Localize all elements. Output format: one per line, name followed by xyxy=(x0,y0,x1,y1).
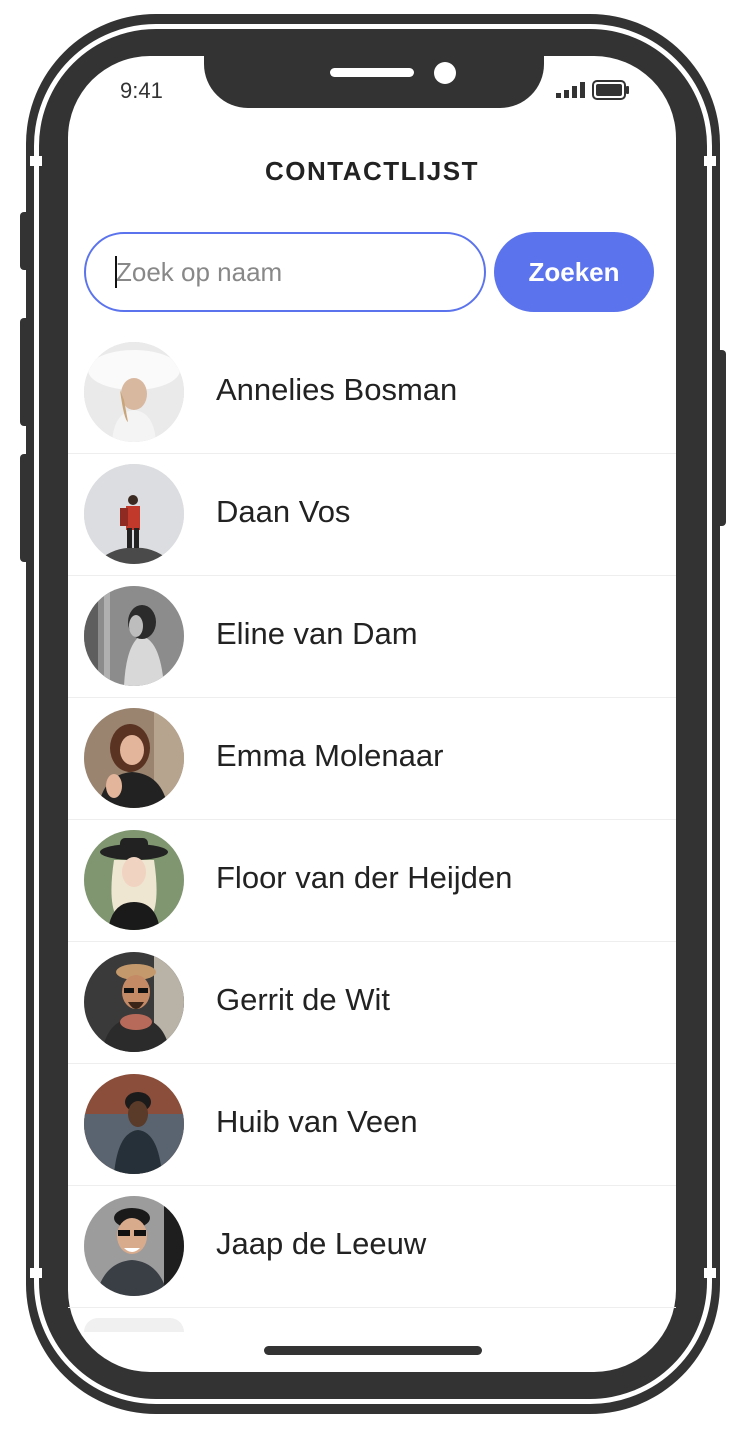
frame-gap xyxy=(30,1268,42,1278)
text-cursor xyxy=(115,256,117,288)
volume-down-button xyxy=(20,454,30,562)
avatar xyxy=(84,830,184,930)
avatar xyxy=(84,708,184,808)
contact-name: Huib van Veen xyxy=(216,1104,418,1139)
contact-name: Eline van Dam xyxy=(216,616,418,651)
status-time: 9:41 xyxy=(120,78,163,103)
page-title: CONTACTLIJST xyxy=(265,156,479,186)
front-camera xyxy=(434,62,456,84)
cellular-signal-icon xyxy=(556,82,585,98)
contact-name: Annelies Bosman xyxy=(216,372,458,407)
contact-row[interactable]: Floor van der Heijden xyxy=(68,820,676,942)
avatar xyxy=(84,1074,184,1174)
contact-row[interactable]: Jaap de Leeuw xyxy=(68,1186,676,1308)
home-indicator[interactable] xyxy=(264,1346,482,1355)
search-button[interactable]: Zoeken xyxy=(494,232,654,312)
contact-row[interactable]: Annelies Bosman xyxy=(68,332,676,454)
contact-row[interactable]: Huib van Veen xyxy=(68,1064,676,1186)
avatar xyxy=(84,1318,184,1332)
frame-gap xyxy=(704,156,716,166)
contact-name: Daan Vos xyxy=(216,494,351,529)
contact-row[interactable]: Daan Vos xyxy=(68,454,676,576)
notch xyxy=(204,54,544,108)
contact-row[interactable]: Eline van Dam xyxy=(68,576,676,698)
search-input[interactable] xyxy=(84,232,486,312)
mute-switch xyxy=(20,212,30,270)
contact-name: Jaap de Leeuw xyxy=(216,1226,427,1261)
contact-name: Floor van der Heijden xyxy=(216,860,513,895)
contact-list: Annelies Bosman Daan Vos Eline van Dam E… xyxy=(68,332,676,1332)
contact-name: Gerrit de Wit xyxy=(216,982,390,1017)
avatar xyxy=(84,586,184,686)
avatar xyxy=(84,952,184,1052)
contact-row[interactable]: Gerrit de Wit xyxy=(68,942,676,1064)
frame-gap xyxy=(30,156,42,166)
avatar xyxy=(84,1196,184,1296)
speaker-grille xyxy=(330,68,414,77)
contact-name: Emma Molenaar xyxy=(216,738,444,773)
frame-gap xyxy=(704,1268,716,1278)
avatar xyxy=(84,464,184,564)
contact-row[interactable]: Emma Molenaar xyxy=(68,698,676,820)
battery-icon xyxy=(592,80,629,100)
avatar xyxy=(84,342,184,442)
power-button xyxy=(716,350,726,526)
volume-up-button xyxy=(20,318,30,426)
